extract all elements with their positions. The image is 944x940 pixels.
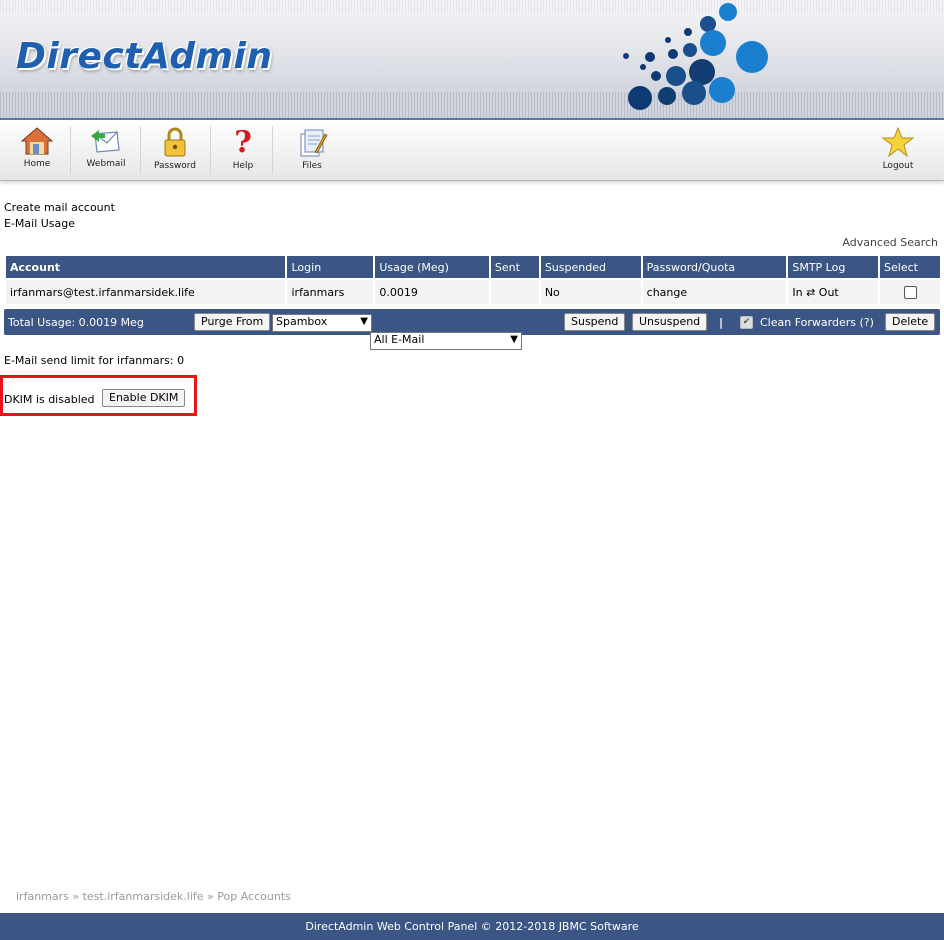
col-login-header[interactable]: Login <box>287 256 374 280</box>
webmail-icon <box>91 130 120 153</box>
clean-forwarders-label[interactable]: Clean Forwarders (?) <box>760 316 874 329</box>
col-password-quota-header: Password/Quota <box>642 256 787 280</box>
create-mail-account-link[interactable]: Create mail account <box>4 200 115 216</box>
enable-dkim-button[interactable]: Enable DKIM <box>102 389 186 407</box>
padlock-icon <box>164 127 186 157</box>
webmail-button[interactable]: Webmail <box>80 120 132 178</box>
chevron-down-icon: ▼ <box>360 316 368 327</box>
help-question-icon: ? <box>234 126 252 158</box>
clean-forwarders-checkbox[interactable]: ✔ <box>740 315 753 329</box>
home-icon <box>20 127 54 155</box>
help-button[interactable]: ? Help <box>220 120 266 178</box>
purge-folder-select[interactable]: Spambox ▼ <box>272 314 372 332</box>
breadcrumb-domain[interactable]: test.irfanmarsidek.life <box>83 890 204 903</box>
action-separator: | <box>719 316 724 329</box>
copyright-footer: DirectAdmin Web Control Panel © 2012-201… <box>0 913 944 940</box>
col-sent-header[interactable]: Sent <box>490 256 539 280</box>
table-header-row: Account Login Usage (Meg) Sent Suspended… <box>6 256 940 280</box>
table-row: irfanmars@test.irfanmarsidek.life irfanm… <box>6 280 940 304</box>
select-cell <box>880 280 940 304</box>
login-cell: irfanmars <box>287 280 374 304</box>
purge-from-button[interactable]: Purge From <box>194 313 271 331</box>
logo-bubbles-graphic <box>623 3 768 110</box>
breadcrumb-user[interactable]: irfanmars <box>16 890 69 903</box>
page-links: Create mail account E-Mail Usage <box>4 200 115 232</box>
total-usage-label: Total Usage: 0.0019 Meg <box>8 316 144 329</box>
smtp-log-link[interactable]: In ⇄ Out <box>788 280 879 304</box>
table-actions-bar: Total Usage: 0.0019 Meg Purge From Spamb… <box>4 309 940 350</box>
send-limit-text: E-Mail send limit for irfanmars: 0 <box>4 354 185 367</box>
col-account-header[interactable]: Account <box>6 256 286 280</box>
breadcrumb: irfanmars » test.irfanmarsidek.life » Po… <box>16 890 291 903</box>
sent-cell <box>490 280 539 304</box>
col-usage-header[interactable]: Usage (Meg) <box>375 256 489 280</box>
chevron-down-icon: ▼ <box>510 334 518 345</box>
files-icon <box>300 129 328 157</box>
change-password-link[interactable]: change <box>642 280 787 304</box>
password-button[interactable]: Password <box>148 120 202 178</box>
logout-button[interactable]: Logout <box>872 120 924 178</box>
svg-text:?: ? <box>234 126 252 158</box>
unsuspend-button[interactable]: Unsuspend <box>632 313 708 331</box>
usage-cell: 0.0019 <box>375 280 489 304</box>
email-accounts-table: Account Login Usage (Meg) Sent Suspended… <box>4 256 942 304</box>
col-suspended-header[interactable]: Suspended <box>540 256 641 280</box>
col-select-header[interactable]: Select <box>880 256 940 280</box>
advanced-search-link[interactable]: Advanced Search <box>842 236 938 249</box>
purge-filter-select[interactable]: All E-Mail ▼ <box>370 332 522 350</box>
suspended-cell: No <box>540 280 641 304</box>
account-cell: irfanmars@test.irfanmarsidek.life <box>6 280 286 304</box>
dkim-status-text: DKIM is disabled <box>4 393 95 406</box>
logout-star-icon <box>881 126 915 158</box>
delete-button[interactable]: Delete <box>885 313 936 331</box>
suspend-button[interactable]: Suspend <box>564 313 626 331</box>
header-banner: DirectAdmin <box>0 0 944 118</box>
main-toolbar: Home Webmail Password ? Help Files Logou… <box>0 118 944 181</box>
directadmin-logo: DirectAdmin <box>16 36 273 77</box>
col-smtp-log-header: SMTP Log <box>788 256 879 280</box>
files-button[interactable]: Files <box>288 120 336 178</box>
breadcrumb-pop-accounts[interactable]: Pop Accounts <box>217 890 291 903</box>
home-button[interactable]: Home <box>14 120 60 178</box>
email-usage-link[interactable]: E-Mail Usage <box>4 216 115 232</box>
select-checkbox[interactable] <box>903 285 917 299</box>
